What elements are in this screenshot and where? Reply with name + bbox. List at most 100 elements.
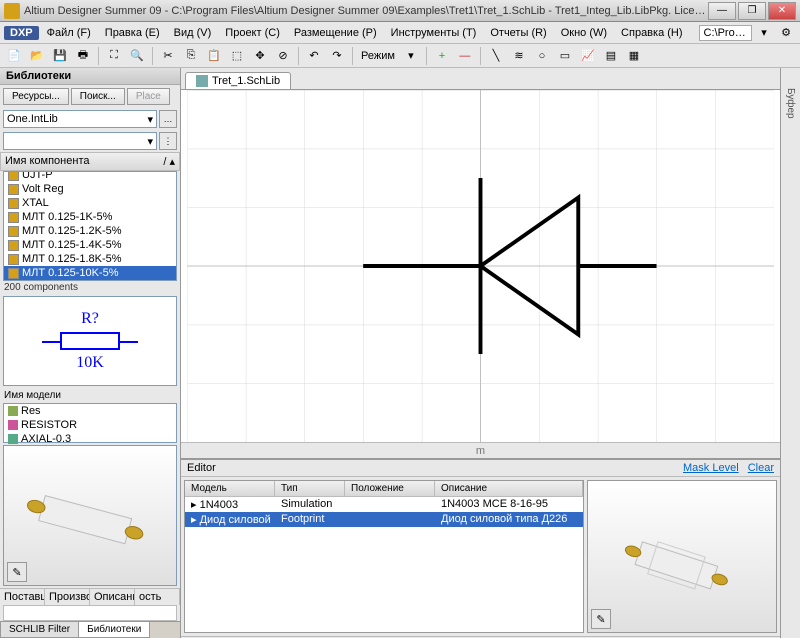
mode-dropdown-icon[interactable]: ▾ <box>401 46 421 66</box>
tab-libraries[interactable]: Библиотеки <box>78 622 150 638</box>
path-dropdown-icon[interactable]: ▾ <box>754 23 774 43</box>
editor-preview-tool-button[interactable]: ✎ <box>591 609 611 629</box>
component-item[interactable]: Volt Reg <box>4 182 176 196</box>
zoom-region-icon[interactable]: 🔍 <box>127 46 147 66</box>
model-item[interactable]: AXIAL-0.3 <box>4 432 176 446</box>
path-field[interactable]: C:\Program Files\Altium Designer : <box>699 25 752 41</box>
component-label: UJT-P <box>22 171 53 181</box>
move-icon[interactable]: ✥ <box>250 46 270 66</box>
component-item[interactable]: МЛТ 0.125-1.4K-5% <box>4 238 176 252</box>
save-icon[interactable]: 💾 <box>50 46 70 66</box>
path-action-icon[interactable]: ⚙ <box>776 23 796 43</box>
undo-icon[interactable]: ↶ <box>304 46 324 66</box>
preview-tool-button[interactable]: ✎ <box>7 562 27 582</box>
part-icon[interactable]: ▭ <box>555 46 575 66</box>
component-item[interactable]: МЛТ 0.125-1.2K-5% <box>4 224 176 238</box>
component-icon <box>8 254 19 265</box>
menu-place[interactable]: Размещение (P) <box>288 25 383 41</box>
model-label: AXIAL-0.3 <box>21 433 71 445</box>
sheet-icon[interactable]: ▤ <box>601 46 621 66</box>
dxp-menu[interactable]: DXP <box>4 26 39 40</box>
model-list[interactable]: ResRESISTOR AXIAL-0.3 <box>3 403 177 443</box>
filter-combo[interactable]: ▾ <box>3 132 157 150</box>
open-icon[interactable]: 📂 <box>27 46 47 66</box>
copy-icon[interactable]: ⎘ <box>181 46 201 66</box>
menu-file[interactable]: Файл (F) <box>41 25 97 41</box>
supplier-list[interactable] <box>3 605 177 621</box>
col-model[interactable]: Модель <box>185 481 275 496</box>
pin-icon[interactable]: ○ <box>532 46 552 66</box>
col-position[interactable]: Положение <box>345 481 435 496</box>
add-icon[interactable]: + <box>432 46 452 66</box>
menu-reports[interactable]: Отчеты (R) <box>484 25 552 41</box>
editor-title: Editor <box>187 462 216 474</box>
resources-button[interactable]: Ресурсы... <box>3 88 69 105</box>
model-item[interactable]: Res <box>4 404 176 418</box>
close-button[interactable]: ✕ <box>768 2 796 20</box>
deselect-icon[interactable]: ⊘ <box>273 46 293 66</box>
editor-3d-preview: ✎ <box>587 480 777 633</box>
component-icon <box>8 268 19 279</box>
zoom-fit-icon[interactable]: ⛶ <box>104 46 124 66</box>
col-extra[interactable]: ость <box>135 589 180 605</box>
menu-view[interactable]: Вид (V) <box>168 25 218 41</box>
select-icon[interactable]: ⬚ <box>227 46 247 66</box>
document-tab[interactable]: Tret_1.SchLib <box>185 72 291 89</box>
model-icon <box>8 434 18 444</box>
component-label: МЛТ 0.125-1.4K-5% <box>22 239 122 251</box>
search-button[interactable]: Поиск... <box>71 88 125 105</box>
editor-row[interactable]: ▸ 1N4003Simulation1N4003 MCE 8-16-95 <box>185 497 583 512</box>
redo-icon[interactable]: ↷ <box>327 46 347 66</box>
library-options-button[interactable]: … <box>159 110 177 128</box>
grid-icon[interactable]: ▦ <box>624 46 644 66</box>
component-icon <box>8 226 19 237</box>
menu-project[interactable]: Проект (C) <box>219 25 286 41</box>
component-tree[interactable]: Tube 7199Tube TriodeUJT-NUJT-PVolt RegXT… <box>3 171 177 281</box>
component-item[interactable]: UJT-P <box>4 171 176 182</box>
model-label: RESISTOR <box>21 419 77 431</box>
cell-desc: Диод силовой типа Д226 <box>435 512 583 527</box>
menu-help[interactable]: Справка (H) <box>615 25 688 41</box>
menu-window[interactable]: Окно (W) <box>555 25 613 41</box>
col-manufacturer[interactable]: Производитель <box>45 589 90 605</box>
cut-icon[interactable]: ✂ <box>158 46 178 66</box>
print-icon[interactable]: 🖶 <box>73 46 93 66</box>
resistor-symbol-icon <box>60 332 120 350</box>
col-supplier[interactable]: Поставщик <box>0 589 45 605</box>
toolbar: 📄 📂 💾 🖶 ⛶ 🔍 ✂ ⎘ 📋 ⬚ ✥ ⊘ ↶ ↷ Режим ▾ + — … <box>0 44 800 68</box>
col-desc[interactable]: Описание <box>435 481 583 496</box>
buffer-tab-label[interactable]: Буфер <box>785 88 796 119</box>
right-strip[interactable]: Буфер <box>780 68 800 638</box>
menu-edit[interactable]: Правка (E) <box>99 25 166 41</box>
wire-icon[interactable]: ╲ <box>486 46 506 66</box>
clear-link[interactable]: Clear <box>748 462 774 474</box>
component-item[interactable]: МЛТ 0.125-1K-5% <box>4 210 176 224</box>
component-list-header[interactable]: Имя компонента/ ▴ <box>0 152 180 171</box>
editor-table[interactable]: Модель Тип Положение Описание ▸ 1N4003Si… <box>184 480 584 633</box>
place-button[interactable]: Place <box>127 88 170 105</box>
component-item[interactable]: МЛТ 0.125-1.8K-5% <box>4 252 176 266</box>
model-item[interactable]: RESISTOR <box>4 418 176 432</box>
libraries-panel: Библиотеки Ресурсы... Поиск... Place One… <box>0 68 181 638</box>
cell-type: Simulation <box>275 497 345 512</box>
maximize-button[interactable]: ❐ <box>738 2 766 20</box>
minimize-button[interactable]: — <box>708 2 736 20</box>
filter-options-button[interactable]: ⋮ <box>159 132 177 150</box>
plot-icon[interactable]: 📈 <box>578 46 598 66</box>
menu-tools[interactable]: Инструменты (T) <box>385 25 483 41</box>
remove-icon[interactable]: — <box>455 46 475 66</box>
horizontal-scrollbar[interactable]: m <box>181 442 780 458</box>
editor-row[interactable]: ▸ Диод силовойFootprintДиод силовой типа… <box>185 512 583 527</box>
col-type[interactable]: Тип <box>275 481 345 496</box>
component-item[interactable]: XTAL <box>4 196 176 210</box>
component-item[interactable]: МЛТ 0.125-10K-5% <box>4 266 176 280</box>
bus-icon[interactable]: ≋ <box>509 46 529 66</box>
mask-level-link[interactable]: Mask Level <box>683 462 739 474</box>
library-combo[interactable]: One.IntLib▾ <box>3 110 157 128</box>
tab-schlib-filter[interactable]: SCHLIB Filter <box>0 622 79 638</box>
col-description[interactable]: Описание <box>90 589 135 605</box>
paste-icon[interactable]: 📋 <box>204 46 224 66</box>
new-icon[interactable]: 📄 <box>4 46 24 66</box>
schematic-canvas[interactable] <box>181 90 780 442</box>
scroll-marker: m <box>476 445 485 457</box>
